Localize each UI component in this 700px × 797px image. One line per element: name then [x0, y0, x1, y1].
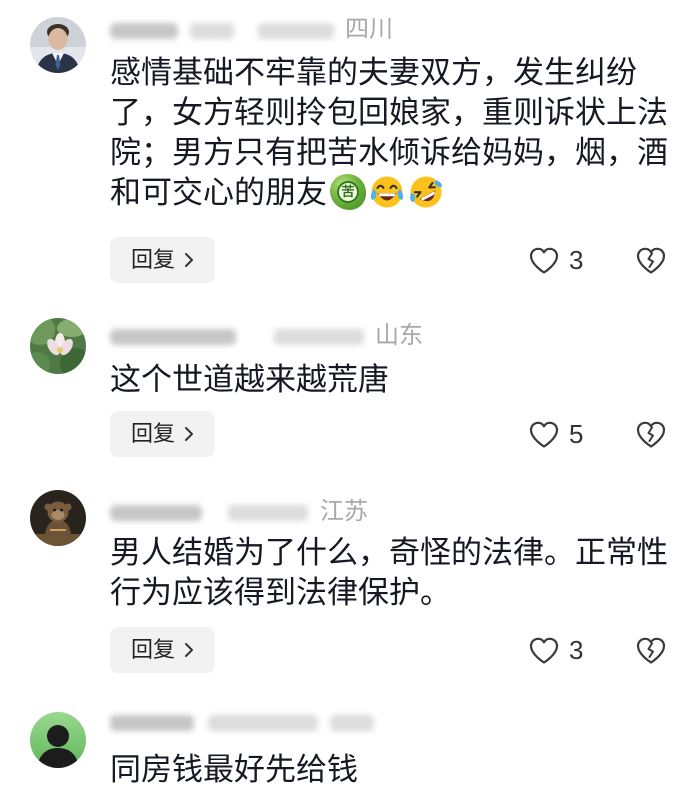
- like-count: 3: [569, 245, 584, 275]
- comment-location: 四川: [345, 16, 393, 43]
- comment-actions: 回复 3: [110, 237, 670, 283]
- blurred-timestamp: [274, 329, 364, 345]
- comment-text: 感情基础不牢靠的夫妻双方，发生纠纷了，女方轻则拎包回娘家，重则诉状上法院；男方只…: [110, 53, 672, 213]
- comment-text: 男人结婚为了什么，奇怪的法律。正常性行为应该得到法律保护。: [110, 533, 672, 613]
- comment-text: 这个世道越来越荒唐: [110, 360, 672, 400]
- blurred-timestamp: [258, 23, 334, 39]
- comment-location: 山东: [375, 322, 423, 349]
- avatar[interactable]: [30, 490, 86, 546]
- like-button[interactable]: 3: [528, 237, 608, 283]
- like-count: 3: [569, 635, 584, 665]
- reply-label: 回复: [130, 637, 175, 662]
- reply-label: 回复: [130, 247, 175, 272]
- broken-heart-icon[interactable]: [635, 636, 667, 665]
- blurred-username: [110, 23, 178, 39]
- reply-label: 回复: [130, 421, 175, 446]
- reply-button[interactable]: 回复: [110, 411, 215, 457]
- heart-outline-icon[interactable]: [528, 420, 560, 449]
- reply-button[interactable]: 回复: [110, 627, 215, 673]
- man-in-suit-avatar: [30, 17, 86, 73]
- comment-text: 同房钱最好先给钱: [110, 750, 672, 790]
- comment-location: 江苏: [320, 498, 368, 525]
- like-button[interactable]: 5: [528, 411, 608, 457]
- comment-actions: 回复 3: [110, 627, 670, 673]
- figurine-avatar: [30, 490, 86, 546]
- blurred-username: [110, 505, 202, 521]
- avatar[interactable]: [30, 17, 86, 73]
- comment-body: 同房钱最好先给钱: [110, 752, 358, 787]
- reply-button[interactable]: 回复: [110, 237, 215, 283]
- chevron-right-icon: [185, 427, 193, 441]
- comment-body: 男人结婚为了什么，奇怪的法律。正常性行为应该得到法律保护。: [110, 535, 668, 610]
- comment-actions: 回复 5: [110, 411, 670, 457]
- blurred-username: [190, 23, 234, 39]
- blurred-location: [330, 715, 374, 731]
- comment-meta: 江苏: [108, 498, 438, 526]
- bitter-melon-emoji: 苦: [330, 174, 366, 210]
- chevron-right-icon: [185, 253, 193, 267]
- blurred-username: [110, 715, 194, 731]
- chevron-right-icon: [185, 643, 193, 657]
- like-count: 5: [569, 419, 584, 449]
- avatar[interactable]: [30, 318, 86, 374]
- comment-list: 四川 感情基础不牢靠的夫妻双方，发生纠纷了，女方轻则拎包回娘家，重则诉状上法院；…: [0, 0, 700, 797]
- heart-outline-icon[interactable]: [528, 636, 560, 665]
- broken-heart-icon[interactable]: [635, 246, 667, 275]
- avatar[interactable]: [30, 712, 86, 768]
- rolling-on-floor-laughing-emoji: [408, 174, 444, 210]
- broken-heart-icon[interactable]: [635, 420, 667, 449]
- comment-meta: 四川: [108, 16, 438, 44]
- like-button[interactable]: 3: [528, 627, 608, 673]
- silhouette-avatar: [30, 712, 86, 768]
- bitter-melon-label: 苦: [337, 181, 359, 203]
- lotus-avatar: [30, 318, 86, 374]
- comment-meta: [108, 708, 438, 736]
- blurred-timestamp: [228, 505, 308, 521]
- tears-of-joy-emoji: [369, 174, 405, 210]
- comment-meta: 山东: [108, 322, 438, 350]
- comment-body: 这个世道越来越荒唐: [110, 362, 389, 397]
- heart-outline-icon[interactable]: [528, 246, 560, 275]
- blurred-username: [110, 329, 236, 345]
- blurred-timestamp: [208, 715, 318, 731]
